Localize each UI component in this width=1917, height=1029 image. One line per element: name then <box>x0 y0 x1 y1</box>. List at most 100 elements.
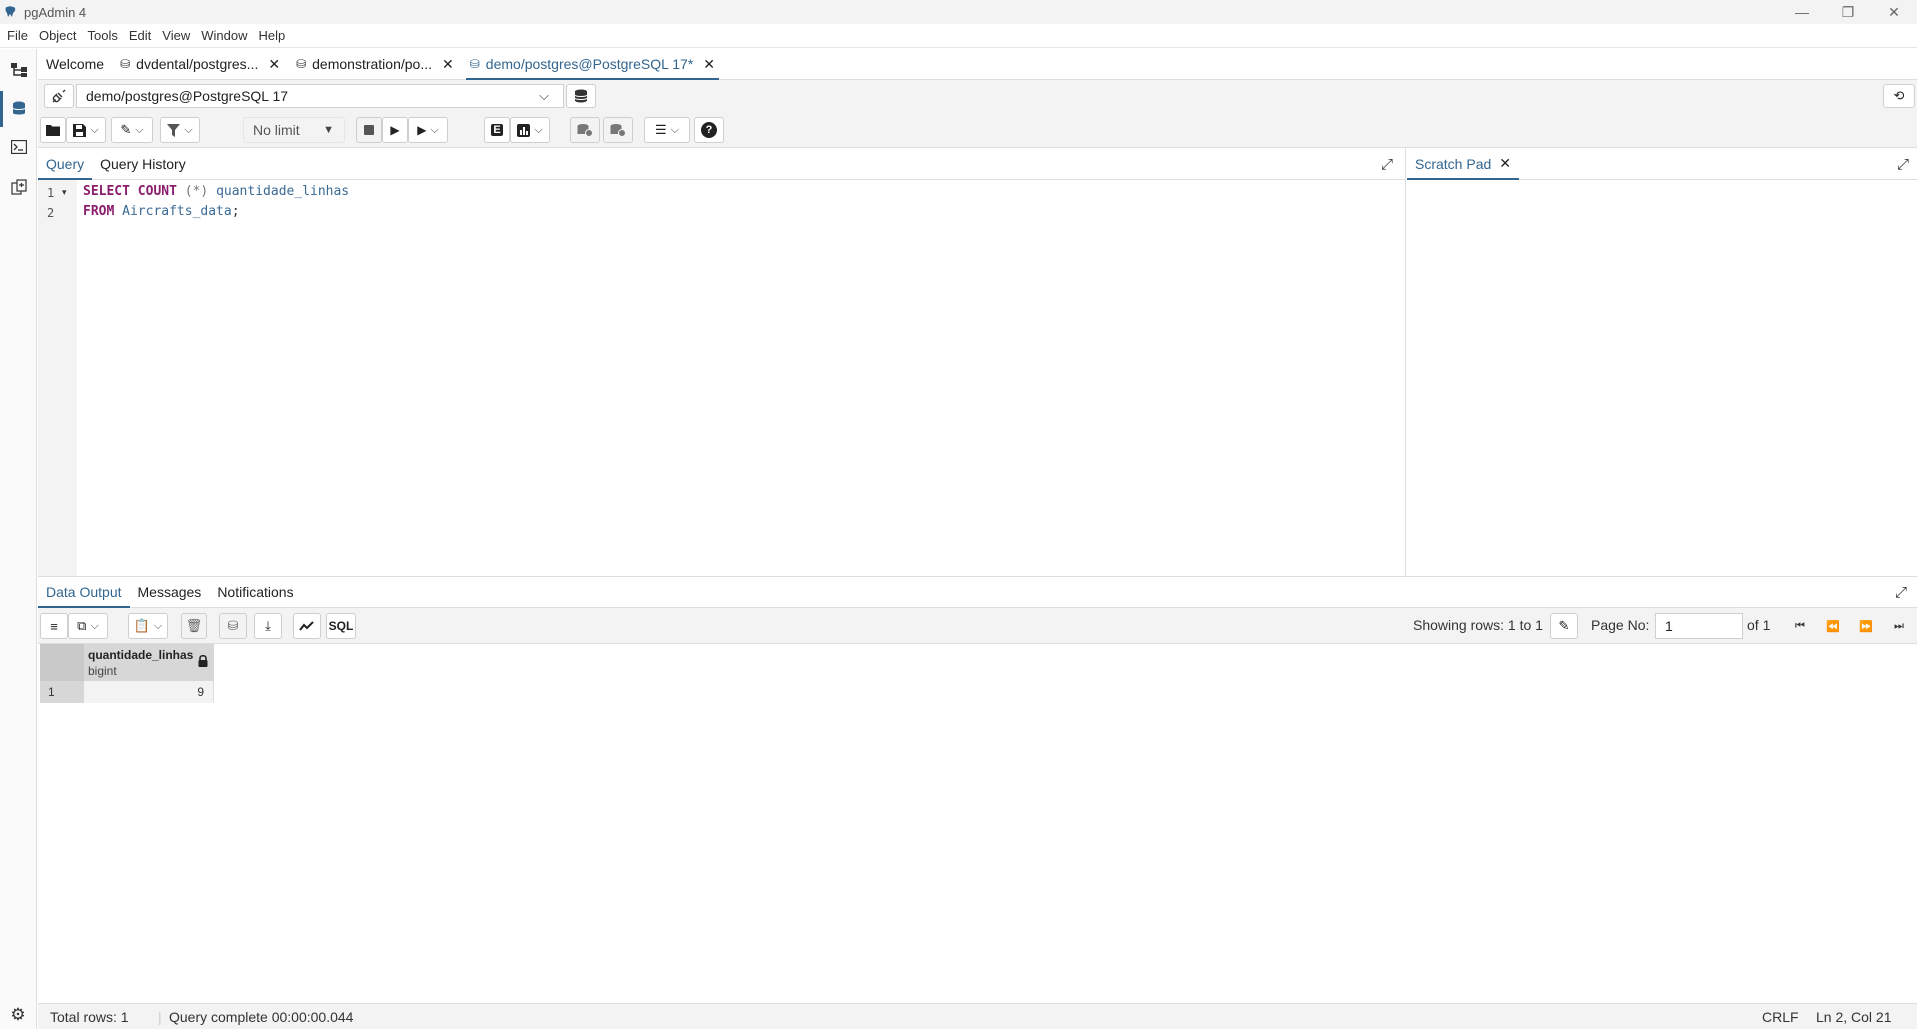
tab-welcome[interactable]: Welcome <box>38 49 112 80</box>
settings-gear-icon[interactable]: ⚙ <box>6 1004 30 1026</box>
graph-visualiser-button[interactable] <box>293 613 321 639</box>
tab-query[interactable]: Query <box>38 148 93 180</box>
row-limit-value: No limit <box>253 122 300 138</box>
save-data-button[interactable]: ⛁ <box>219 613 247 639</box>
pgadmin-window: pgAdmin 4 — ❐ ✕ File Object Tools Edit V… <box>0 0 1917 1029</box>
tab-dvdental[interactable]: ⛁ dvdental/postgres... ✕ <box>112 49 288 80</box>
explain-icon: E <box>491 124 503 136</box>
rows-info: Showing rows: 1 to 1 <box>1413 617 1543 633</box>
add-row-icon: ≡ <box>50 618 58 634</box>
rollback-button[interactable] <box>603 117 633 143</box>
pencil-icon: ✎ <box>1558 618 1570 633</box>
new-connection-button[interactable] <box>566 84 596 108</box>
filter-button[interactable]: ⌵ <box>160 117 200 143</box>
tab-data-output[interactable]: Data Output <box>38 577 130 608</box>
close-window-button[interactable]: ✕ <box>1871 0 1917 24</box>
row-number[interactable]: 1 <box>40 681 84 703</box>
database-icon: ⛁ <box>296 57 307 71</box>
close-tab-icon[interactable]: ✕ <box>268 56 280 73</box>
last-page-icon[interactable]: ⏭ <box>1887 615 1911 637</box>
column-name: quantidade_linhas <box>88 648 194 662</box>
tab-demo[interactable]: ⛁ demo/postgres@PostgreSQL 17* ✕ <box>462 49 723 80</box>
maximize-button[interactable]: ❐ <box>1825 0 1871 24</box>
psql-terminal-icon[interactable] <box>0 129 37 165</box>
close-tab-icon[interactable]: ✕ <box>703 56 715 73</box>
object-explorer-icon[interactable] <box>0 52 37 88</box>
connection-select[interactable]: demo/postgres@PostgreSQL 17 ⌵ <box>76 84 564 108</box>
row-limit-select[interactable]: No limit ▼ <box>243 117 345 143</box>
menu-object[interactable]: Object <box>39 28 77 43</box>
first-page-icon[interactable]: ⏮ <box>1788 615 1812 637</box>
chevron-down-icon: ⌵ <box>430 123 439 136</box>
status-bar: Total rows: 1 | Query complete 00:00:00.… <box>38 1003 1917 1029</box>
menu-edit[interactable]: Edit <box>129 28 151 43</box>
explain-analyze-button[interactable]: ⌵ <box>510 117 550 143</box>
code-token: (*) <box>184 184 209 199</box>
sql-button[interactable]: SQL <box>326 613 356 639</box>
refresh-connection-button[interactable]: ⟲ <box>1883 84 1915 108</box>
scratch-pad-tabs: Scratch Pad ✕ ⤢ <box>1407 148 1917 180</box>
column-header[interactable]: quantidade_linhas bigint <box>84 644 214 681</box>
filter-icon <box>167 123 181 137</box>
minimize-button[interactable]: — <box>1779 0 1825 24</box>
schema-diff-icon[interactable] <box>0 169 37 205</box>
tab-notifications[interactable]: Notifications <box>209 577 301 608</box>
fold-chevron-icon[interactable]: ▾ <box>62 187 67 198</box>
edit-rows-button[interactable]: ✎ <box>1550 613 1578 639</box>
add-row-button[interactable]: ≡ <box>40 613 68 639</box>
edit-menu-button[interactable]: ✎ ⌵ <box>111 117 153 143</box>
tab-label: demonstration/po... <box>312 56 432 72</box>
paste-button[interactable]: 📋 ⌵ <box>128 613 168 639</box>
code-line[interactable]: SELECT COUNT (*) quantidade_linhas <box>83 180 349 200</box>
expand-icon[interactable]: ⤢ <box>1897 156 1909 173</box>
query-tool-icon[interactable] <box>0 91 37 127</box>
explain-button[interactable]: E <box>484 117 510 143</box>
menu-help[interactable]: Help <box>259 28 286 43</box>
open-file-button[interactable] <box>40 117 66 143</box>
code-line[interactable]: FROM Aircrafts_data; <box>83 200 349 220</box>
macros-button[interactable]: ☰ ⌵ <box>644 117 690 143</box>
close-icon[interactable]: ✕ <box>1499 155 1511 172</box>
code-token: quantidade_linhas <box>216 184 350 199</box>
menu-window[interactable]: Window <box>201 28 247 43</box>
connection-status-button[interactable] <box>44 84 74 108</box>
database-icon: ⛁ <box>469 57 480 71</box>
help-button[interactable]: ? <box>694 117 724 143</box>
stop-query-button[interactable] <box>356 117 382 143</box>
menu-file[interactable]: File <box>7 28 28 43</box>
query-toolbar: ⌵ ✎ ⌵ ⌵ No limit ▼ ▶ ▶ ⌵ E ⌵ ☰ ⌵ ? <box>38 112 1917 148</box>
previous-page-icon[interactable]: ⏪ <box>1821 615 1845 637</box>
grid-select-all[interactable] <box>40 644 84 681</box>
execute-button[interactable]: ▶ <box>382 117 408 143</box>
execute-options-button[interactable]: ▶ ⌵ <box>408 117 448 143</box>
tab-label: Welcome <box>46 56 105 72</box>
tab-scratch-pad[interactable]: Scratch Pad ✕ <box>1407 148 1519 180</box>
close-tab-icon[interactable]: ✕ <box>442 56 454 73</box>
sql-editor[interactable]: SELECT COUNT (*) quantidade_linhas FROM A… <box>83 180 349 220</box>
menu-tools[interactable]: Tools <box>88 28 118 43</box>
page-number-label: Page No: <box>1591 617 1650 633</box>
delete-row-button[interactable]: 🗑 <box>181 613 207 639</box>
save-file-button[interactable]: ⌵ <box>66 117 106 143</box>
expand-icon[interactable]: ⤢ <box>1895 584 1907 601</box>
play-icon: ▶ <box>390 123 400 137</box>
commit-button[interactable] <box>570 117 600 143</box>
refresh-icon: ⟲ <box>1893 88 1905 103</box>
next-page-icon[interactable]: ⏩ <box>1854 615 1878 637</box>
total-rows-status: Total rows: 1 <box>50 1009 129 1025</box>
tab-messages[interactable]: Messages <box>130 577 210 608</box>
copy-button[interactable]: ⧉ ⌵ <box>68 613 108 639</box>
table-cell[interactable]: 9 <box>84 681 214 703</box>
scratch-pad-textarea[interactable] <box>1407 180 1917 576</box>
download-button[interactable]: ⤓ <box>254 613 282 639</box>
tab-query-history[interactable]: Query History <box>92 148 194 180</box>
menu-view[interactable]: View <box>162 28 190 43</box>
code-token: COUNT <box>137 184 177 199</box>
save-data-icon: ⛁ <box>227 618 239 633</box>
page-number-input[interactable] <box>1655 613 1743 639</box>
results-toolbar: ≡ ⧉ ⌵ 📋 ⌵ 🗑 ⛁ ⤓ SQL Showing rows: 1 to 1… <box>38 608 1917 644</box>
expand-icon[interactable]: ⤢ <box>1381 156 1393 173</box>
tab-demonstration[interactable]: ⛁ demonstration/po... ✕ <box>288 49 462 80</box>
cursor-position-status: Ln 2, Col 21 <box>1816 1009 1892 1025</box>
